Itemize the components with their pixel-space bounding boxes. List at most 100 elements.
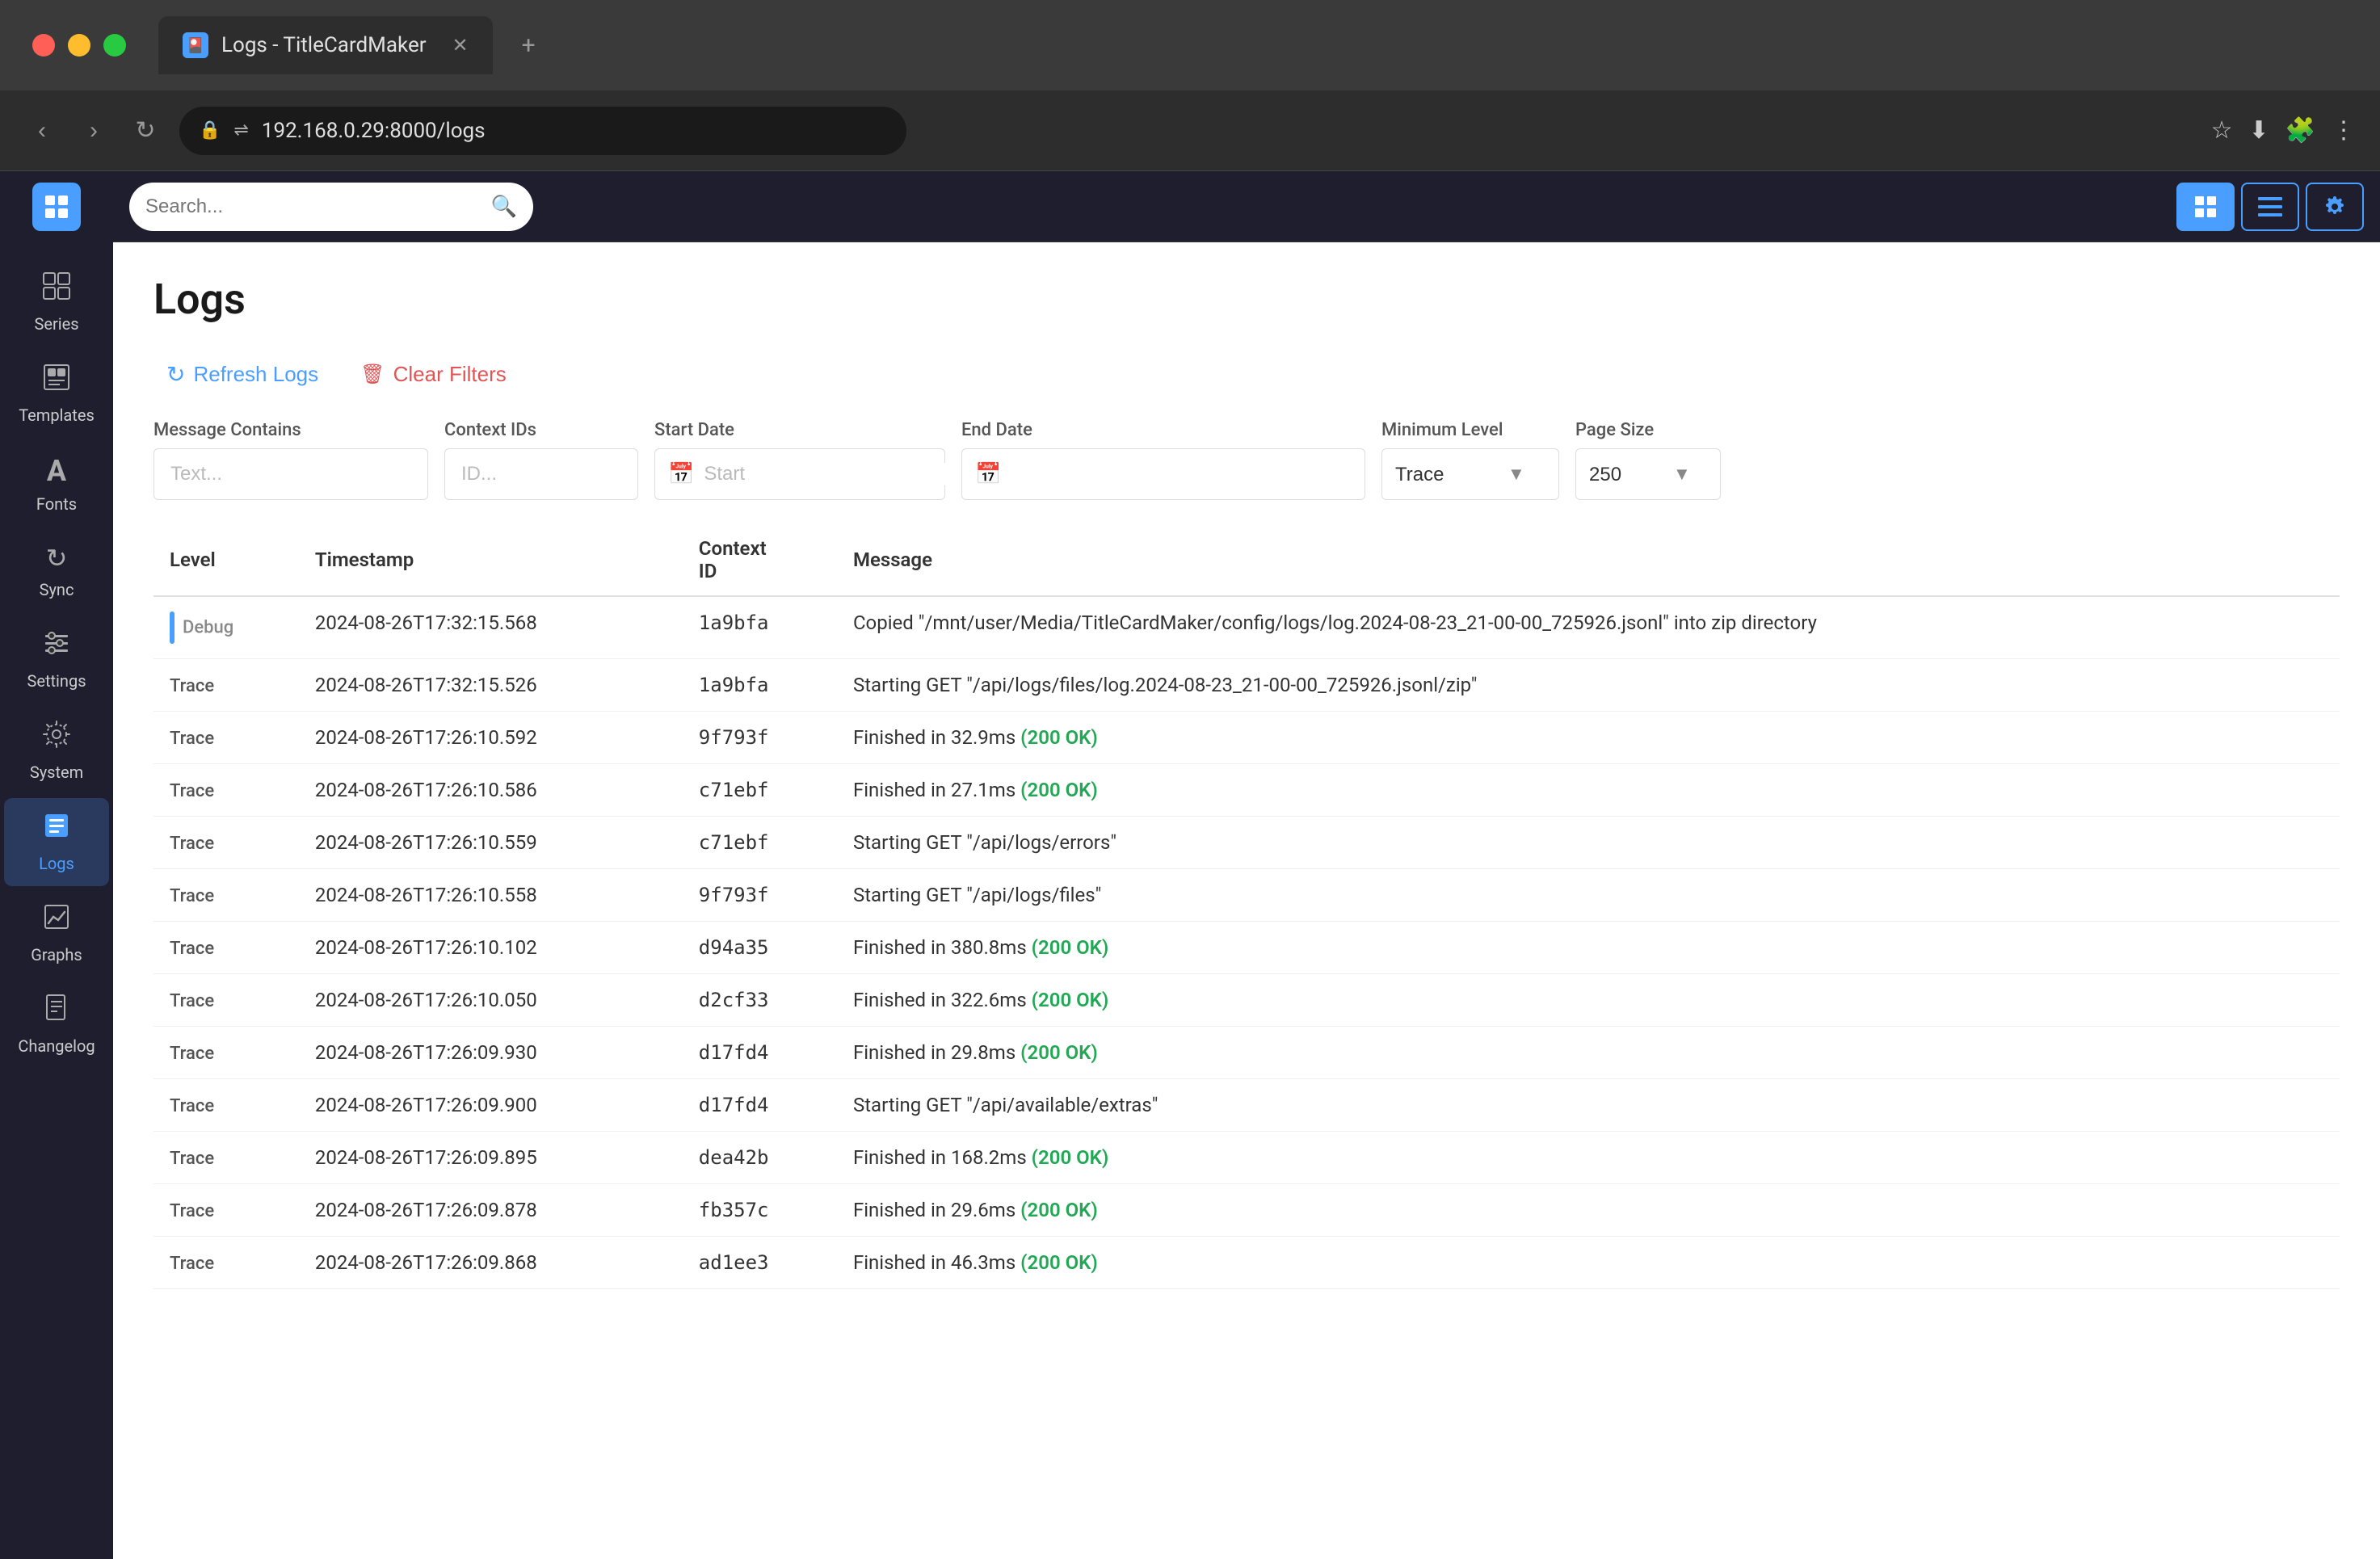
extensions-icon[interactable]: 🧩 <box>2285 116 2315 145</box>
row-level: Trace <box>153 1132 299 1184</box>
filter-bar: Message Contains Context IDs Start Date … <box>153 420 2340 500</box>
row-timestamp: 2024-08-26T17:26:10.050 <box>299 974 683 1027</box>
sidebar-item-fonts[interactable]: A Fonts <box>4 441 109 527</box>
browser-navbar: ‹ › ↻ 🔒 ⇌ 192.168.0.29:8000/logs ☆ ⬇ 🧩 ⋮ <box>0 90 2380 171</box>
level-badge: Trace <box>170 729 214 749</box>
table-row: Trace2024-08-26T17:26:09.930d17fd4Finish… <box>153 1027 2340 1079</box>
forward-button[interactable]: › <box>76 113 111 149</box>
sidebar-item-logs[interactable]: Logs <box>4 798 109 886</box>
row-timestamp: 2024-08-26T17:32:15.526 <box>299 659 683 712</box>
search-input[interactable] <box>145 195 481 218</box>
row-timestamp: 2024-08-26T17:32:15.568 <box>299 596 683 659</box>
refresh-logs-button[interactable]: ↻ Refresh Logs <box>153 353 331 396</box>
row-level: Trace <box>153 974 299 1027</box>
page-size-chevron-icon: ▼ <box>1673 464 1691 485</box>
end-date-filter-group: End Date 📅 2024-08-26T17:32:15.5682 <box>961 420 1365 500</box>
back-button[interactable]: ‹ <box>24 113 60 149</box>
search-icon[interactable]: 🔍 <box>491 195 517 219</box>
min-level-select[interactable]: Trace Debug Info Warning Error <box>1382 449 1507 499</box>
sidebar-item-label-templates: Templates <box>19 406 95 425</box>
settings-nav-icon <box>42 628 71 665</box>
row-timestamp: 2024-08-26T17:26:10.102 <box>299 922 683 974</box>
settings-icon[interactable]: ⋮ <box>2332 116 2356 145</box>
sidebar-item-settings[interactable]: Settings <box>4 616 109 704</box>
level-badge: Trace <box>170 781 214 801</box>
table-row: Trace2024-08-26T17:26:09.895dea42bFinish… <box>153 1132 2340 1184</box>
page-size-label: Page Size <box>1575 420 1721 440</box>
end-date-input[interactable]: 2024-08-26T17:32:15.5682 <box>1011 463 1352 485</box>
start-cal-icon: 📅 <box>668 462 694 486</box>
content-area: Logs ↻ Refresh Logs 🗑 Clear Filters Mess… <box>113 242 2380 1559</box>
view-cards-button[interactable] <box>2176 183 2235 231</box>
row-level: Trace <box>153 1079 299 1132</box>
row-level: Trace <box>153 817 299 869</box>
download-icon[interactable]: ⬇ <box>2249 116 2269 145</box>
status-badge: (200 OK) <box>1020 779 1098 801</box>
close-button[interactable] <box>32 34 55 57</box>
reload-button[interactable]: ↻ <box>128 113 163 149</box>
action-bar: ↻ Refresh Logs 🗑 Clear Filters <box>153 353 2340 396</box>
message-filter-label: Message Contains <box>153 420 428 440</box>
status-badge: (200 OK) <box>1020 726 1098 749</box>
tab-close-button[interactable]: ✕ <box>452 34 469 57</box>
address-bar[interactable]: 🔒 ⇌ 192.168.0.29:8000/logs <box>179 107 906 155</box>
start-date-input[interactable] <box>704 463 954 485</box>
row-context: d17fd4 <box>683 1079 837 1132</box>
app-toolbar: 🔍 <box>0 171 2380 242</box>
row-message: Starting GET "/api/available/extras" <box>837 1079 2340 1132</box>
end-date-label: End Date <box>961 420 1365 440</box>
col-context: ContextID <box>683 524 837 596</box>
level-badge: Debug <box>183 617 233 637</box>
browser-tab[interactable]: 🎴 Logs - TitleCardMaker ✕ <box>158 16 493 74</box>
context-filter-input[interactable] <box>444 448 638 500</box>
level-badge: Trace <box>170 991 214 1011</box>
row-message: Finished in 380.8ms (200 OK) <box>837 922 2340 974</box>
logs-icon <box>42 811 71 847</box>
sidebar-item-label-changelog: Changelog <box>18 1036 95 1056</box>
graphs-icon <box>42 902 71 939</box>
row-timestamp: 2024-08-26T17:26:10.558 <box>299 869 683 922</box>
row-timestamp: 2024-08-26T17:26:09.878 <box>299 1184 683 1237</box>
sidebar-item-changelog[interactable]: Changelog <box>4 981 109 1069</box>
minimize-button[interactable] <box>68 34 90 57</box>
settings-view-button[interactable] <box>2306 183 2364 231</box>
logo-icon <box>32 183 81 231</box>
row-context: d17fd4 <box>683 1027 837 1079</box>
row-context: 1a9bfa <box>683 596 837 659</box>
level-badge: Trace <box>170 1044 214 1064</box>
bookmark-icon[interactable]: ☆ <box>2211 116 2233 145</box>
table-header: Level Timestamp ContextID Message <box>153 524 2340 596</box>
status-badge: (200 OK) <box>1020 1199 1098 1221</box>
row-level: Trace <box>153 1027 299 1079</box>
page-size-select[interactable]: 250 100 500 1000 <box>1576 449 1673 499</box>
message-filter-input[interactable] <box>153 448 428 500</box>
templates-icon <box>42 363 71 399</box>
clear-filters-button[interactable]: 🗑 Clear Filters <box>347 354 519 395</box>
url-text[interactable]: 192.168.0.29:8000/logs <box>262 119 486 143</box>
sidebar-item-series[interactable]: Series <box>4 258 109 347</box>
sidebar-item-system[interactable]: System <box>4 707 109 795</box>
sidebar-item-sync[interactable]: ↻ Sync <box>4 530 109 612</box>
row-level: Trace <box>153 1237 299 1289</box>
row-level: Trace <box>153 764 299 817</box>
maximize-button[interactable] <box>103 34 126 57</box>
row-timestamp: 2024-08-26T17:26:10.559 <box>299 817 683 869</box>
context-filter-label: Context IDs <box>444 420 638 440</box>
row-message: Starting GET "/api/logs/files" <box>837 869 2340 922</box>
table-row: Trace2024-08-26T17:26:10.102d94a35Finish… <box>153 922 2340 974</box>
view-list-button[interactable] <box>2241 183 2299 231</box>
level-badge: Trace <box>170 939 214 959</box>
sidebar-item-templates[interactable]: Templates <box>4 350 109 438</box>
row-timestamp: 2024-08-26T17:26:10.586 <box>299 764 683 817</box>
sidebar-item-label-fonts: Fonts <box>36 494 77 514</box>
system-icon <box>42 720 71 756</box>
row-timestamp: 2024-08-26T17:26:09.895 <box>299 1132 683 1184</box>
status-badge: (200 OK) <box>1032 1146 1109 1169</box>
tab-favicon: 🎴 <box>183 32 208 58</box>
context-filter-group: Context IDs <box>444 420 638 500</box>
row-message: Finished in 46.3ms (200 OK) <box>837 1237 2340 1289</box>
sidebar-item-graphs[interactable]: Graphs <box>4 889 109 977</box>
page-title: Logs <box>153 275 2340 324</box>
page-size-filter-group: Page Size 250 100 500 1000 ▼ <box>1575 420 1721 500</box>
new-tab-button[interactable]: + <box>522 32 536 60</box>
